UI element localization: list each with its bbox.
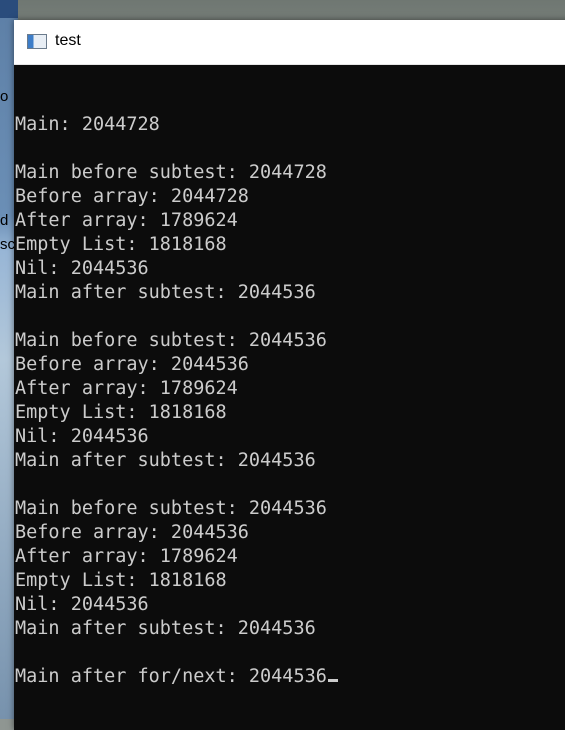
- console-line: Main before subtest: 2044728: [15, 161, 327, 185]
- console-line: Main after subtest: 2044536: [15, 617, 316, 641]
- window-titlebar[interactable]: test: [14, 20, 565, 65]
- console-line: Main after subtest: 2044536: [15, 449, 316, 473]
- console-app-icon: [27, 34, 47, 49]
- console-line: Main: 2044728: [15, 113, 160, 137]
- console-line-text: Before array: 2044728: [15, 186, 249, 207]
- desktop-corner-icon: [0, 0, 18, 18]
- desktop-fragment-1: o: [0, 88, 9, 105]
- console-line-text: Main before subtest: 2044536: [15, 498, 327, 519]
- console-line-text: Before array: 2044536: [15, 354, 249, 375]
- console-line-text: Main after for/next: 2044536: [15, 666, 327, 687]
- desktop-fragment-3: sc: [0, 236, 15, 253]
- console-line-text: Main after subtest: 2044536: [15, 618, 316, 639]
- console-line-text: Empty List: 1818168: [15, 234, 227, 255]
- console-line: Before array: 2044536: [15, 521, 249, 545]
- console-line: Main after for/next: 2044536: [15, 665, 338, 689]
- console-window[interactable]: test Main: 2044728 Main before subtest: 2…: [14, 20, 565, 730]
- console-line-text: Main: 2044728: [15, 114, 160, 135]
- console-output[interactable]: Main: 2044728 Main before subtest: 204472…: [14, 66, 565, 730]
- console-line-text: Main after subtest: 2044536: [15, 282, 316, 303]
- console-line: Empty List: 1818168: [15, 233, 227, 257]
- console-line-text: Empty List: 1818168: [15, 402, 227, 423]
- console-line: Main after subtest: 2044536: [15, 281, 316, 305]
- console-line-text: Nil: 2044536: [15, 426, 149, 447]
- window-title: test: [55, 32, 81, 49]
- console-line-text: Main before subtest: 2044728: [15, 162, 327, 183]
- console-line-text: After array: 1789624: [15, 210, 238, 231]
- console-line: Before array: 2044536: [15, 353, 249, 377]
- console-line-text: Nil: 2044536: [15, 258, 149, 279]
- console-line: Empty List: 1818168: [15, 569, 227, 593]
- console-line: Before array: 2044728: [15, 185, 249, 209]
- console-line: After array: 1789624: [15, 545, 238, 569]
- console-line: Nil: 2044536: [15, 425, 149, 449]
- console-line-text: Empty List: 1818168: [15, 570, 227, 591]
- console-line-text: Nil: 2044536: [15, 594, 149, 615]
- console-line-text: After array: 1789624: [15, 378, 238, 399]
- console-line: After array: 1789624: [15, 377, 238, 401]
- console-line: Empty List: 1818168: [15, 401, 227, 425]
- console-line: Main before subtest: 2044536: [15, 497, 327, 521]
- console-line: Nil: 2044536: [15, 257, 149, 281]
- desktop-fragment-2: d: [0, 212, 9, 229]
- console-line-text: Main after subtest: 2044536: [15, 450, 316, 471]
- console-line: Main before subtest: 2044536: [15, 329, 327, 353]
- text-cursor: [327, 679, 338, 682]
- console-line: Nil: 2044536: [15, 593, 149, 617]
- console-line-text: Before array: 2044536: [15, 522, 249, 543]
- console-line-text: Main before subtest: 2044536: [15, 330, 327, 351]
- console-line: After array: 1789624: [15, 209, 238, 233]
- console-line-text: After array: 1789624: [15, 546, 238, 567]
